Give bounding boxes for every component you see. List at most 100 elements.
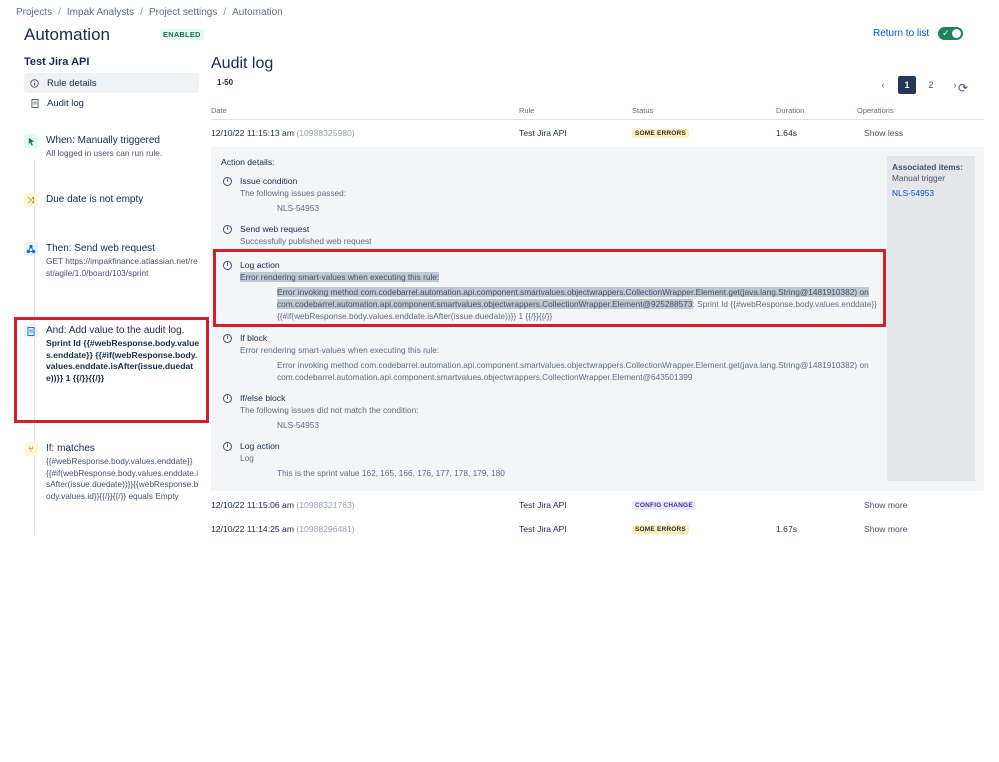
action-if-block: i If block Error rendering smart-values w… (223, 333, 883, 383)
table-row-date: 12/10/22 11:15:13 am (10988325980) (211, 128, 355, 138)
chevron-left-icon[interactable]: ‹ (874, 76, 892, 94)
column-header-operations: Operations (857, 106, 894, 115)
return-to-list-link[interactable]: Return to list (873, 28, 929, 39)
action-desc: Error rendering smart-values when execut… (240, 345, 440, 355)
row-rule: Test Jira API (519, 500, 567, 510)
status-badge: SOME ERRORS (632, 525, 689, 534)
row-id: (10988296481) (296, 524, 355, 534)
table-row-date: 12/10/22 11:14:25 am (10988296481) (211, 524, 355, 534)
breadcrumb-separator: / (140, 7, 143, 18)
webhook-icon (24, 242, 38, 256)
column-header-status: Status (632, 106, 654, 115)
associated-items-trigger: Manual trigger (892, 173, 946, 183)
step-title: Then: Send web request (46, 243, 155, 254)
row-duration: 1.64s (776, 128, 798, 138)
step-trigger[interactable]: When: Manually triggered All logged in u… (24, 134, 200, 160)
action-name: Send web request (240, 224, 310, 234)
result-range: 1-50 (217, 78, 234, 87)
highlight-box-log-action (213, 249, 886, 327)
show-more-button[interactable]: Show more (864, 500, 907, 510)
action-desc: Successfully published web request (240, 236, 372, 246)
breadcrumb-project[interactable]: Impak Analysts (67, 7, 134, 18)
step-body: {{#webResponse.body.values.enddate}}{{#i… (46, 456, 199, 501)
action-log-action: i Log action Log This is the sprint value… (223, 441, 883, 479)
row-date: 12/10/22 11:14:25 am (211, 524, 294, 534)
step-title: If: matches (46, 443, 95, 454)
action-desc: Log (240, 453, 254, 463)
refresh-icon[interactable]: ⟳ (958, 81, 968, 95)
info-icon: i (223, 393, 232, 403)
toggle-knob (952, 29, 961, 38)
audit-log-title: Audit log (211, 55, 274, 72)
show-more-button[interactable]: Show more (864, 524, 907, 534)
associated-issue-link[interactable]: NLS-54953 (892, 188, 970, 198)
info-icon: i (223, 224, 232, 234)
associated-items-title: Associated items: (892, 162, 964, 172)
step-title: Due date is not empty (46, 194, 144, 205)
page-title: Automation (24, 25, 110, 44)
action-details-label: Action details: (221, 157, 275, 167)
column-header-rule: Rule (519, 106, 535, 115)
sidebar-item-label: Rule details (47, 77, 97, 89)
info-icon: i (223, 176, 232, 186)
step-body: GET https://impakfinance.atlassian.net/r… (46, 256, 198, 278)
row-rule: Test Jira API (519, 128, 567, 138)
action-desc: The following issues passed: (240, 188, 347, 198)
action-name: Log action (240, 441, 280, 451)
step-web-request[interactable]: Then: Send web request GET https://impak… (24, 242, 200, 279)
row-date: 12/10/22 11:15:06 am (211, 500, 294, 510)
sidebar-nav: Rule details Audit log (24, 73, 199, 113)
page-1-button[interactable]: 1 (898, 76, 916, 94)
column-header-duration: Duration (776, 106, 805, 115)
rule-name: Test Jira API (24, 56, 90, 68)
info-icon: i (223, 333, 232, 343)
action-value: This is the sprint value 162, 165, 166, … (277, 468, 505, 478)
branch-icon: ⑂ (24, 442, 38, 456)
row-id: (10988321763) (296, 500, 355, 510)
row-id: (10988325980) (296, 128, 355, 138)
breadcrumb-project-settings[interactable]: Project settings (149, 7, 217, 18)
status-badge: SOME ERRORS (632, 129, 689, 138)
show-less-button[interactable]: Show less (864, 128, 903, 138)
step-condition[interactable]: ⤨ Due date is not empty (24, 193, 200, 207)
action-desc: The following issues did not match the c… (240, 405, 419, 415)
info-icon (30, 78, 39, 88)
action-value: NLS-54953 (277, 203, 319, 213)
row-date: 12/10/22 11:15:13 am (211, 128, 294, 138)
sidebar-item-label: Audit log (47, 97, 84, 109)
breadcrumb: Projects / Impak Analysts / Project sett… (16, 7, 283, 18)
trigger-icon (24, 134, 38, 148)
action-name: If block (240, 333, 268, 343)
status-badge: ENABLED (160, 29, 204, 40)
breadcrumb-projects[interactable]: Projects (16, 7, 52, 18)
step-title: When: Manually triggered (46, 135, 160, 146)
action-issue-condition: i Issue condition The following issues pa… (223, 176, 883, 214)
step-if-matches[interactable]: ⑂ If: matches {{#webResponse.body.values… (24, 442, 200, 502)
highlight-box-audit-step (14, 317, 209, 423)
step-body: All logged in users can run rule. (46, 148, 163, 158)
sidebar-item-rule-details[interactable]: Rule details (24, 73, 199, 93)
table-row-date: 12/10/22 11:15:06 am (10988321763) (211, 500, 355, 510)
check-icon: ✓ (942, 28, 950, 38)
breadcrumb-automation[interactable]: Automation (232, 7, 283, 18)
breadcrumb-separator: / (223, 7, 227, 18)
page-2-button[interactable]: 2 (922, 76, 940, 94)
document-icon (30, 98, 39, 108)
action-if-else-block: i If/else block The following issues did … (223, 393, 883, 431)
status-badge: CONFIG CHANGE (632, 501, 696, 510)
action-name: If/else block (240, 393, 286, 403)
associated-items-panel: Associated items: Manual trigger NLS-549… (887, 156, 975, 481)
shuffle-icon: ⤨ (24, 193, 38, 207)
column-header-date: Date (211, 106, 227, 115)
rule-enabled-toggle[interactable]: ✓ (938, 27, 963, 40)
sidebar-item-audit-log[interactable]: Audit log (24, 93, 199, 113)
action-value: Error invoking method com.codebarrel.aut… (277, 360, 869, 382)
row-duration: 1.67s (776, 524, 798, 534)
action-send-web-request: i Send web request Successfully published… (223, 224, 883, 246)
pagination: ‹ 1 2 › (874, 76, 964, 94)
breadcrumb-separator: / (58, 7, 61, 18)
action-name: Issue condition (240, 176, 298, 186)
action-value: NLS-54953 (277, 420, 319, 430)
info-icon: i (223, 441, 232, 451)
header-divider (211, 119, 984, 120)
